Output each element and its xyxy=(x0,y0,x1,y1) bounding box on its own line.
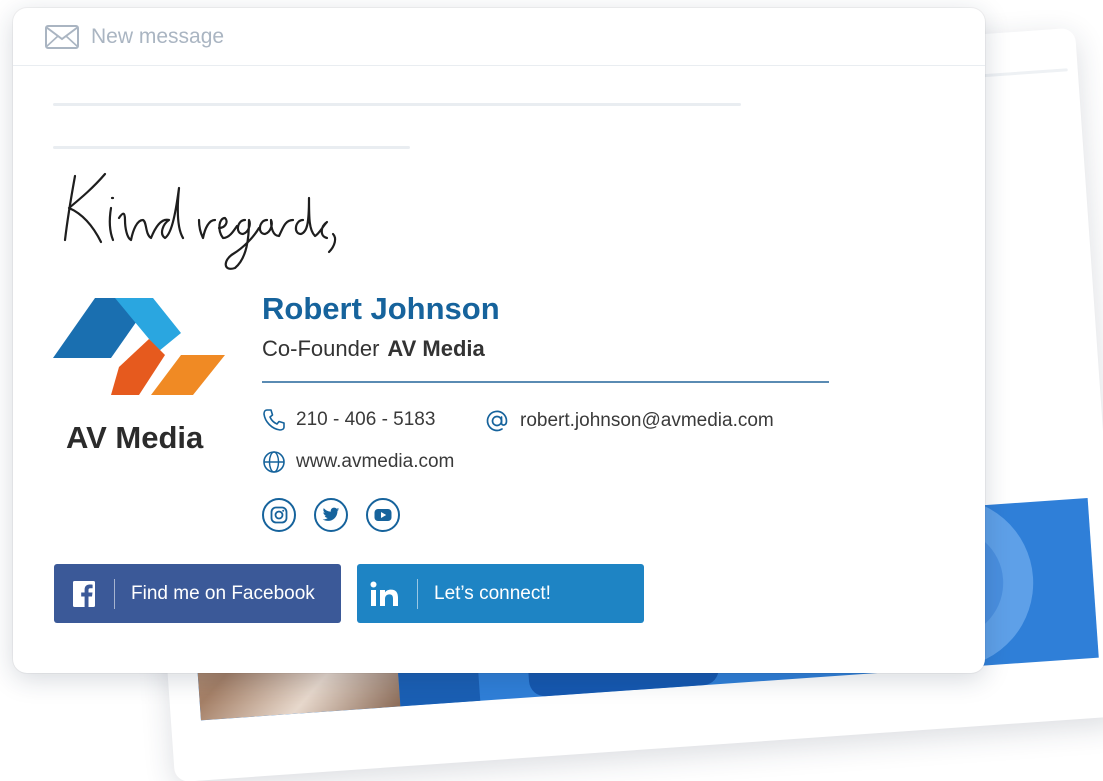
signature-role: Co-Founder AV Media xyxy=(262,336,485,362)
signature-name: Robert Johnson xyxy=(262,291,500,326)
twitter-icon[interactable] xyxy=(314,498,348,532)
at-icon xyxy=(486,410,508,432)
email-compose-window: New message AV Media Robert Johnson Co-F… xyxy=(13,8,985,673)
email-address: robert.johnson@avmedia.com xyxy=(520,410,774,431)
signature-divider xyxy=(262,381,829,383)
facebook-button[interactable]: Find me on Facebook xyxy=(54,564,341,623)
phone-number: 210 - 406 - 5183 xyxy=(296,409,436,430)
email-contact[interactable]: robert.johnson@avmedia.com xyxy=(484,408,774,434)
facebook-button-label: Find me on Facebook xyxy=(131,582,315,604)
linkedin-button[interactable]: Let’s connect! xyxy=(357,564,644,623)
message-title: New message xyxy=(91,24,225,48)
placeholder-line xyxy=(53,103,741,106)
website-url: www.avmedia.com xyxy=(296,451,455,472)
phone-icon xyxy=(263,409,285,431)
social-links xyxy=(262,498,400,532)
envelope-icon xyxy=(45,24,79,49)
company-logo-text: AV Media xyxy=(66,420,204,455)
button-separator xyxy=(114,578,115,609)
role-company: AV Media xyxy=(387,336,485,361)
youtube-icon[interactable] xyxy=(366,498,400,532)
website-contact[interactable]: www.avmedia.com xyxy=(262,450,454,474)
role-title: Co-Founder xyxy=(262,336,380,361)
phone-contact[interactable]: 210 - 406 - 5183 xyxy=(262,408,435,432)
instagram-icon[interactable] xyxy=(262,498,296,532)
linkedin-icon xyxy=(357,581,417,607)
globe-icon xyxy=(263,451,285,473)
button-separator xyxy=(417,578,418,609)
handwritten-closing xyxy=(63,172,337,270)
placeholder-line xyxy=(53,146,410,149)
message-header: New message xyxy=(13,8,985,66)
facebook-icon xyxy=(54,580,114,607)
company-logo xyxy=(53,298,225,395)
linkedin-button-label: Let’s connect! xyxy=(434,582,551,604)
